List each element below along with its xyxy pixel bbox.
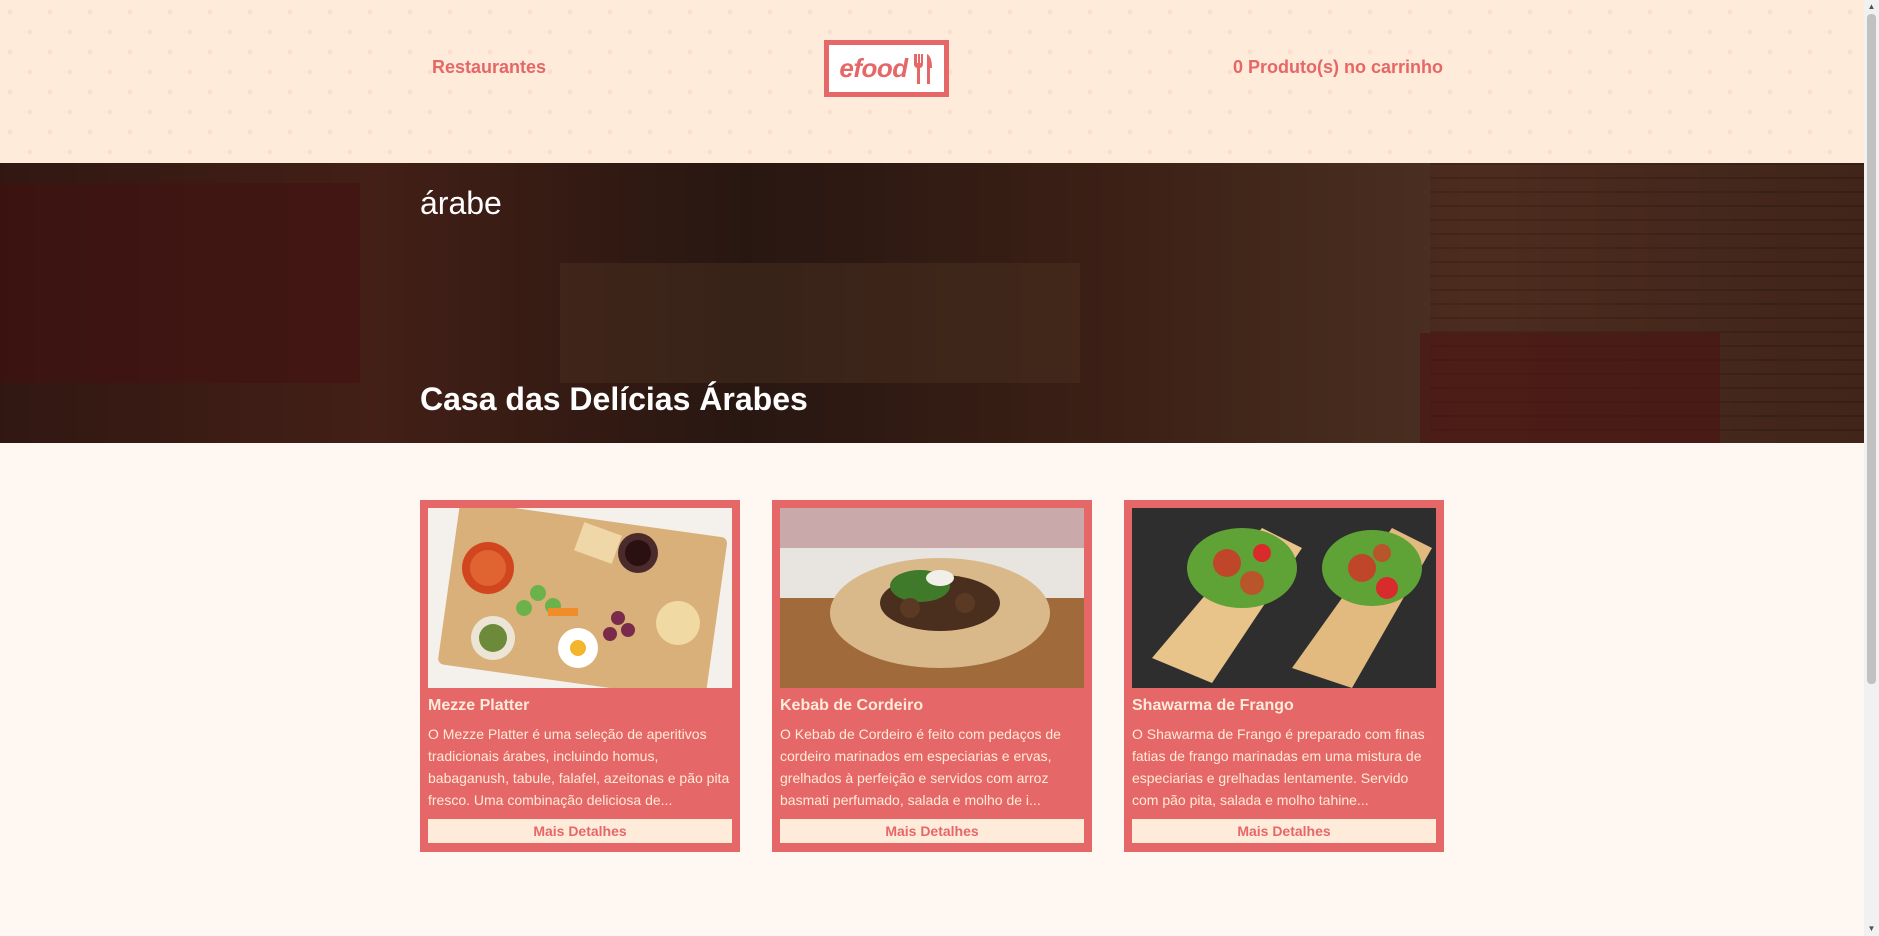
vertical-scrollbar[interactable]: ▲ ▼ xyxy=(1864,0,1879,936)
product-image xyxy=(428,508,732,688)
product-name: Mezze Platter xyxy=(428,697,530,714)
cart-link[interactable]: 0 Produto(s) no carrinho xyxy=(1233,57,1443,78)
scroll-thumb[interactable] xyxy=(1867,14,1876,684)
header: Restaurantes efood 0 Produto(s) no carri… xyxy=(0,0,1864,163)
scroll-up-icon[interactable]: ▲ xyxy=(1867,2,1876,11)
logo-text: efood xyxy=(839,53,908,83)
product-card: Kebab de Cordeiro O Kebab de Cordeiro é … xyxy=(772,500,1092,852)
product-description: O Mezze Platter é uma seleção de aperiti… xyxy=(428,726,730,808)
product-description: O Shawarma de Frango é preparado com fin… xyxy=(1132,726,1425,808)
logo[interactable]: efood xyxy=(824,40,949,97)
product-image xyxy=(780,508,1084,688)
page: Restaurantes efood 0 Produto(s) no carri… xyxy=(0,0,1864,936)
scroll-down-icon[interactable]: ▼ xyxy=(1867,924,1876,933)
details-button[interactable]: Mais Detalhes xyxy=(1132,819,1436,843)
banner-overlay xyxy=(0,163,1864,443)
details-button[interactable]: Mais Detalhes xyxy=(428,819,732,843)
product-card: Shawarma de Frango O Shawarma de Frango … xyxy=(1124,500,1444,852)
product-description: O Kebab de Cordeiro é feito com pedaços … xyxy=(780,726,1061,808)
product-card: Mezze Platter O Mezze Platter é uma sele… xyxy=(420,500,740,852)
restaurant-banner: árabe Casa das Delícias Árabes xyxy=(0,163,1864,443)
restaurant-title: Casa das Delícias Árabes xyxy=(420,381,808,417)
product-image xyxy=(1132,508,1436,688)
product-name: Shawarma de Frango xyxy=(1132,697,1294,714)
restaurants-link[interactable]: Restaurantes xyxy=(432,57,546,78)
fork-knife-icon xyxy=(913,53,932,84)
restaurant-category: árabe xyxy=(420,185,502,221)
details-button[interactable]: Mais Detalhes xyxy=(780,819,1084,843)
product-name: Kebab de Cordeiro xyxy=(780,697,924,714)
